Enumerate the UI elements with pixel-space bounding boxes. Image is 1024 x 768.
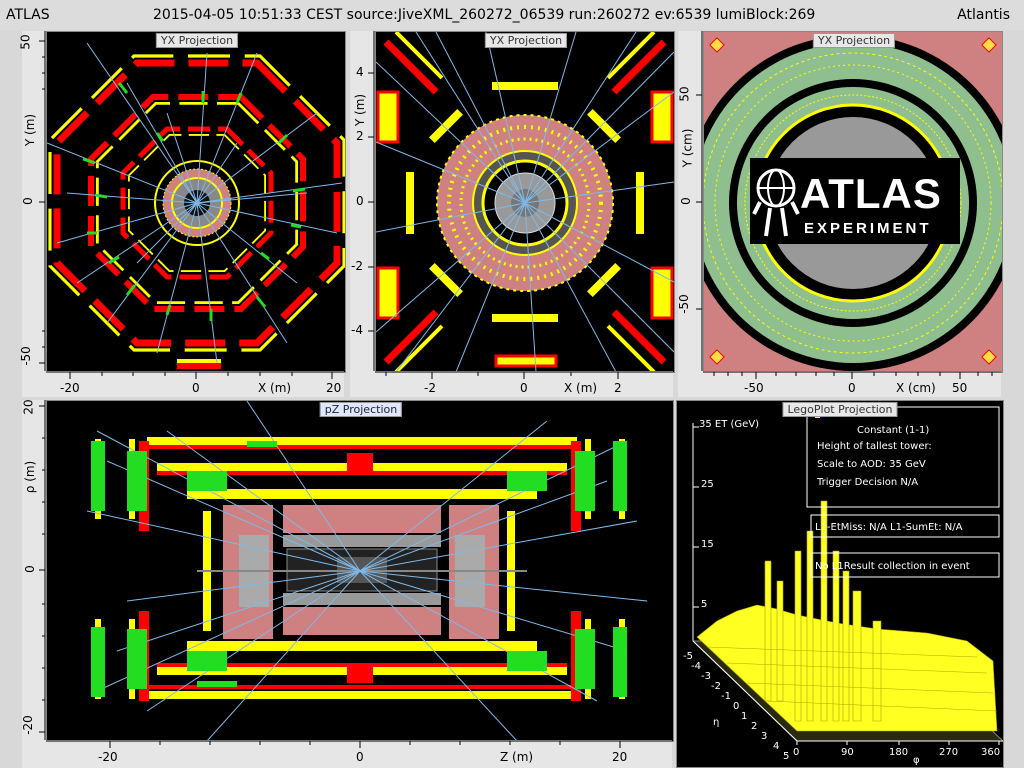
eta-tick: 2 — [751, 721, 758, 732]
eta-tick: -3 — [701, 671, 711, 682]
y-axis-pz: 20 0 -20 ρ (m) — [20, 399, 46, 740]
legend-line: Constant (1-1) — [857, 425, 930, 436]
x-tick: 0 — [848, 381, 856, 395]
x-axis-pz: -20 0 20 Z (m) — [22, 740, 672, 768]
x-tick: 20 — [326, 381, 342, 395]
y-tick: 0 — [678, 197, 693, 205]
x-axis-label: Z (m) — [500, 750, 534, 764]
x-axis-2: -2 0 2 X (m) — [350, 371, 673, 397]
eta-tick: -4 — [691, 661, 701, 672]
header-experiment: ATLAS — [6, 7, 50, 23]
et-tick: 25 — [701, 479, 714, 490]
y-tick: -4 — [351, 323, 363, 337]
y-tick: 0 — [20, 197, 35, 205]
y-tick: 50 — [18, 34, 33, 50]
phi-tick: 90 — [841, 747, 854, 758]
l1-result-text: No L1Result collection in event — [815, 561, 970, 572]
eta-tick: 1 — [741, 711, 748, 722]
eta-tick: -2 — [711, 681, 721, 692]
panel-title: YX Projection — [812, 33, 896, 48]
eta-tick: 3 — [761, 731, 768, 742]
x-axis-label: X (m) — [564, 381, 598, 395]
y-axis-label: Y (m) — [353, 93, 368, 127]
eta-axis-label: η — [713, 717, 720, 728]
panel-title: YX Projection — [155, 33, 239, 48]
x-axis-1: -20 0 20 X (m) — [22, 371, 344, 397]
y-axis-label: Y (cm) — [680, 128, 695, 168]
et-axis-label: 35 ET (GeV) — [699, 419, 760, 430]
y-axis-3: 50 0 -50 Y (cm) — [676, 31, 703, 371]
y-tick: 2 — [356, 129, 364, 143]
x-tick: 0 — [356, 750, 364, 764]
eta-tick: 5 — [783, 751, 790, 762]
phi-tick: 180 — [889, 747, 909, 758]
legoplot-canvas[interactable]: LegoPlot Projection 35 ET (GeV) 25 15 5 … — [676, 400, 1004, 768]
x-tick: 2 — [614, 381, 622, 395]
x-tick: 0 — [520, 381, 528, 395]
eta-tick: 4 — [773, 741, 780, 752]
y-tick: -50 — [18, 346, 33, 366]
x-axis-3: -50 0 50 X (cm) — [678, 371, 1001, 397]
x-tick: -50 — [744, 381, 764, 395]
logo-main-text: ATLAS — [800, 170, 942, 217]
y-tick: 0 — [22, 565, 37, 573]
legend-line: Trigger Decision N/A — [817, 477, 919, 488]
x-tick: -20 — [98, 750, 118, 764]
phi-tick: 270 — [939, 747, 959, 758]
yx-canvas-2[interactable]: YX Projection — [375, 31, 675, 373]
x-tick: -2 — [424, 381, 436, 395]
y-axis-label: Y (m) — [23, 113, 38, 147]
y-axis-2: 4 2 0 -2 -4 Y (m) — [350, 31, 375, 371]
phi-tick: 360 — [981, 747, 1001, 758]
y-tick: -20 — [20, 715, 35, 735]
panel-title: LegoPlot Projection — [782, 402, 898, 417]
panel-title: YX Projection — [484, 33, 568, 48]
yx-canvas-3[interactable]: YX Projection ATLAS EXPERIMENT — [703, 31, 1003, 373]
x-tick: -20 — [60, 381, 80, 395]
y-tick: 0 — [356, 194, 364, 208]
header-event-info: 2015-04-05 10:51:33 CEST source:JiveXML_… — [153, 7, 816, 23]
legend-line: Height of tallest tower: — [817, 441, 932, 452]
y-tick: 4 — [356, 65, 364, 79]
panel-title: pZ Projection — [319, 402, 403, 417]
yx-canvas-1[interactable]: YX Projection — [46, 31, 346, 373]
x-axis-label: X (cm) — [896, 381, 936, 395]
eta-tick: 0 — [733, 701, 740, 712]
phi-axis-label: φ — [913, 755, 920, 766]
y-axis-label: ρ (m) — [23, 460, 38, 494]
pz-canvas[interactable]: pZ Projection — [46, 400, 674, 742]
logo-sub-text: EXPERIMENT — [804, 220, 932, 237]
header-app-name: Atlantis — [957, 7, 1010, 23]
y-axis-1: 50 0 -50 Y (m) — [18, 31, 46, 371]
y-tick: -50 — [676, 294, 691, 314]
eta-tick: -1 — [721, 691, 731, 702]
l1-etmiss-text: L1-EtMiss: N/A L1-SumEt: N/A — [815, 522, 963, 533]
phi-tick: 0 — [793, 747, 800, 758]
x-axis-label: X (m) — [258, 381, 292, 395]
x-tick: 20 — [612, 750, 628, 764]
x-tick: 0 — [192, 381, 200, 395]
y-tick: -2 — [351, 259, 363, 273]
et-tick: 15 — [701, 539, 714, 550]
y-tick: 50 — [677, 86, 692, 102]
x-tick: 50 — [952, 381, 968, 395]
legend-line: Scale to AOD: 35 GeV — [817, 459, 926, 470]
y-tick: 20 — [21, 399, 36, 415]
et-tick: 5 — [701, 599, 708, 610]
header-bar: ATLAS 2015-04-05 10:51:33 CEST source:Ji… — [0, 0, 1024, 30]
